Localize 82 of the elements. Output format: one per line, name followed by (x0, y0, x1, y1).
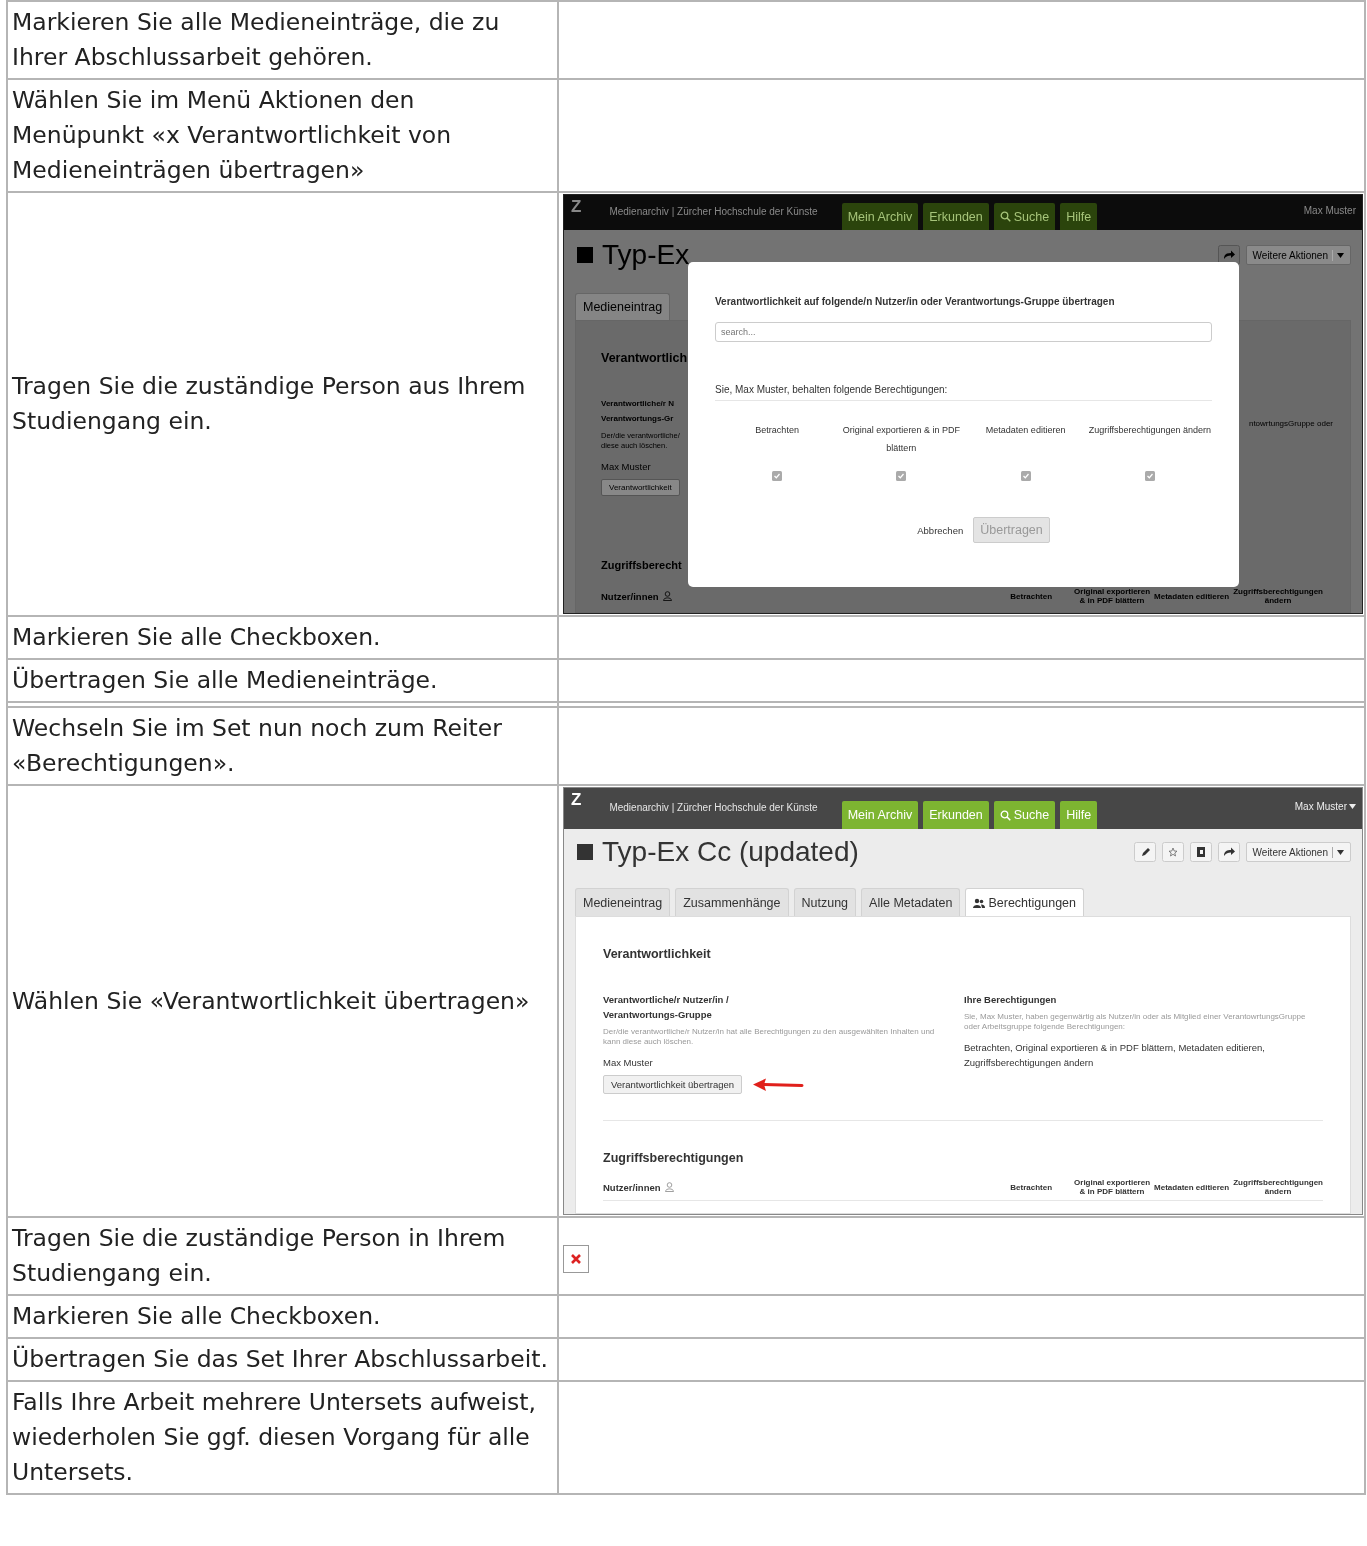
instruction-text: Markieren Sie alle Medieneinträge, die zu Ihrer Abschlussarbeit gehören. (12, 8, 500, 71)
column-header: Betrachten (1010, 1182, 1053, 1192)
field-label: Ihre Berechtigungen (964, 993, 1058, 1007)
field-label: Verantwortliche/r N Verantwortungs-Gr (601, 398, 675, 425)
share-icon[interactable] (1217, 245, 1240, 265)
search-icon (999, 809, 1011, 821)
section-heading: Zugriffsberechtigungen (603, 1151, 744, 1166)
field-label: Verantwortliche/r Nutzer/in / Verantwortungs-Gruppe (603, 993, 730, 1022)
tab[interactable]: Berechtigungen (965, 888, 1085, 916)
column-header: Metadaten editieren (1154, 591, 1230, 601)
tab[interactable]: Zusammenhänge (675, 888, 789, 916)
field-description: ntowrtungsGruppe oder (1248, 419, 1333, 429)
caret-icon (1337, 849, 1344, 855)
set-icon (577, 844, 593, 860)
instruction-text: Wählen Sie im Menü Aktionen den Menüpunkt «x Verantwortlichkeit von Medieneinträgen übertragen» (12, 86, 452, 184)
permission-label: Zugriffsberechtigungen ändern (1088, 424, 1212, 437)
broken-image-icon (563, 1244, 589, 1273)
caret-icon (1337, 252, 1344, 258)
menu-button[interactable]: Hilfe (1060, 203, 1098, 230)
pencil-icon[interactable] (1133, 842, 1156, 862)
tab[interactable]: Alle Metadaten (861, 888, 961, 916)
person-icon (664, 1182, 674, 1192)
column-header: Zugriffsberechtigungen ändern (1233, 1178, 1323, 1196)
transfer-button[interactable]: Verantwortlichkeit übertragen (603, 1075, 743, 1094)
logo[interactable]: Z (564, 788, 582, 829)
checkbox[interactable] (1144, 471, 1155, 481)
permission-label: Metadaten editieren (985, 424, 1066, 437)
more-actions-button[interactable]: Weitere Aktionen (1245, 245, 1351, 265)
menu-button[interactable]: Mein Archiv (841, 203, 919, 230)
tab[interactable]: Nutzung (793, 888, 857, 916)
caret-icon (1349, 804, 1356, 809)
search-field[interactable]: search... (715, 322, 1212, 342)
dialog-title: Verantwortlichkeit auf folgende/n Nutzer/in oder Verantwortungs-Gruppe übertragen (715, 296, 1116, 307)
permission-label: Betrachten (755, 424, 799, 437)
tab[interactable]: Medieneintrag (575, 888, 671, 916)
more-actions-button[interactable]: Weitere Aktionen (1245, 842, 1351, 862)
instruction-text: Markieren Sie alle Checkboxen. (12, 623, 381, 651)
user-menu[interactable]: Max Muster (1303, 195, 1362, 230)
page-title: Typ-Ex (602, 239, 690, 271)
search-icon (999, 211, 1011, 222)
instruction-text: Übertragen Sie das Set Ihrer Abschlussarbeit. (12, 1345, 548, 1373)
users-icon (973, 897, 986, 908)
instruction-text: Tragen Sie die zuständige Person in Ihrem Studiengang ein. (12, 1224, 506, 1287)
permission-label: Original exportieren & in PDF blättern (841, 424, 961, 455)
field-description: Der/die verantwortliche/r Nutzer/in hat alle Berechtigungen zu den ausgewählten Inhalten und kann diese auch löschen. (603, 1027, 936, 1047)
menu-button[interactable]: Suche (993, 203, 1056, 230)
column-header: Metadaten editieren (1154, 1182, 1230, 1192)
column-header: Betrachten (1010, 591, 1053, 601)
page-title: Typ-Ex Cc (updated) (602, 836, 859, 868)
section-heading: Verantwortlich (601, 351, 688, 366)
permissions-text: Betrachten, Original exportieren & in PDF blättern, Metadaten editieren, Zugriffsberechtigungen ändern (964, 1041, 1266, 1070)
owner-name: Max Muster (603, 1056, 654, 1070)
user-menu[interactable]: Max Muster (1294, 788, 1362, 829)
logo[interactable]: Z (564, 195, 582, 230)
column-header: Nutzer/innen (601, 590, 672, 602)
instruction-text: Markieren Sie alle Checkboxen. (12, 1302, 381, 1330)
site-name[interactable]: Medienarchiv | Zürcher Hochschule der Künste (609, 802, 818, 829)
column-header: Zugriffsberechtigungen ändern (1233, 587, 1323, 605)
person-icon (662, 591, 672, 601)
transfer-button[interactable]: Verantwortlichkeit (601, 479, 680, 496)
checkbox[interactable] (896, 471, 907, 481)
column-header: Original exportieren & in PDF blättern (1074, 587, 1151, 605)
column-header: Nutzer/innen (603, 1181, 674, 1193)
instruction-text: Falls Ihre Arbeit mehrere Untersets aufweist, wiederholen Sie ggf. diesen Vorgang für alle Untersets. (12, 1388, 537, 1486)
instruction-text: Wechseln Sie im Set nun noch zum Reiter «Berechtigungen». (12, 714, 502, 777)
site-name[interactable]: Medienarchiv | Zürcher Hochschule der Künste (609, 206, 818, 230)
menu-button[interactable]: Erkunden (923, 203, 989, 230)
instruction-text: Wählen Sie «Verantwortlichkeit übertragen» (12, 986, 530, 1015)
owner-name: Max Muster (601, 460, 652, 474)
instruction-text: Tragen Sie die zuständige Person aus Ihrem Studiengang ein. (12, 372, 526, 435)
tab[interactable]: Medieneintrag (575, 293, 671, 320)
section-heading: Zugriffsberecht (601, 558, 682, 573)
copy-icon[interactable] (1189, 842, 1212, 862)
dialog-text: Sie, Max Muster, behalten folgende Berechtigungen: (715, 384, 1212, 401)
cancel-link[interactable]: Abbrechen (917, 524, 964, 536)
column-header: Original exportieren & in PDF blättern (1074, 1178, 1151, 1196)
instruction-text: Übertragen Sie alle Medieneinträge. (12, 666, 438, 694)
checkbox[interactable] (772, 471, 783, 481)
set-icon (577, 247, 593, 263)
field-description: Sie, Max Muster, haben gegenwärtig als Nutzer/in oder als Mitglied einer VerantowrtungsGruppe oder Arbeitsgruppe folgende Berechtigungen: (964, 1012, 1307, 1032)
checkbox[interactable] (1020, 471, 1031, 481)
section-heading: Verantwortlichkeit (603, 947, 711, 962)
